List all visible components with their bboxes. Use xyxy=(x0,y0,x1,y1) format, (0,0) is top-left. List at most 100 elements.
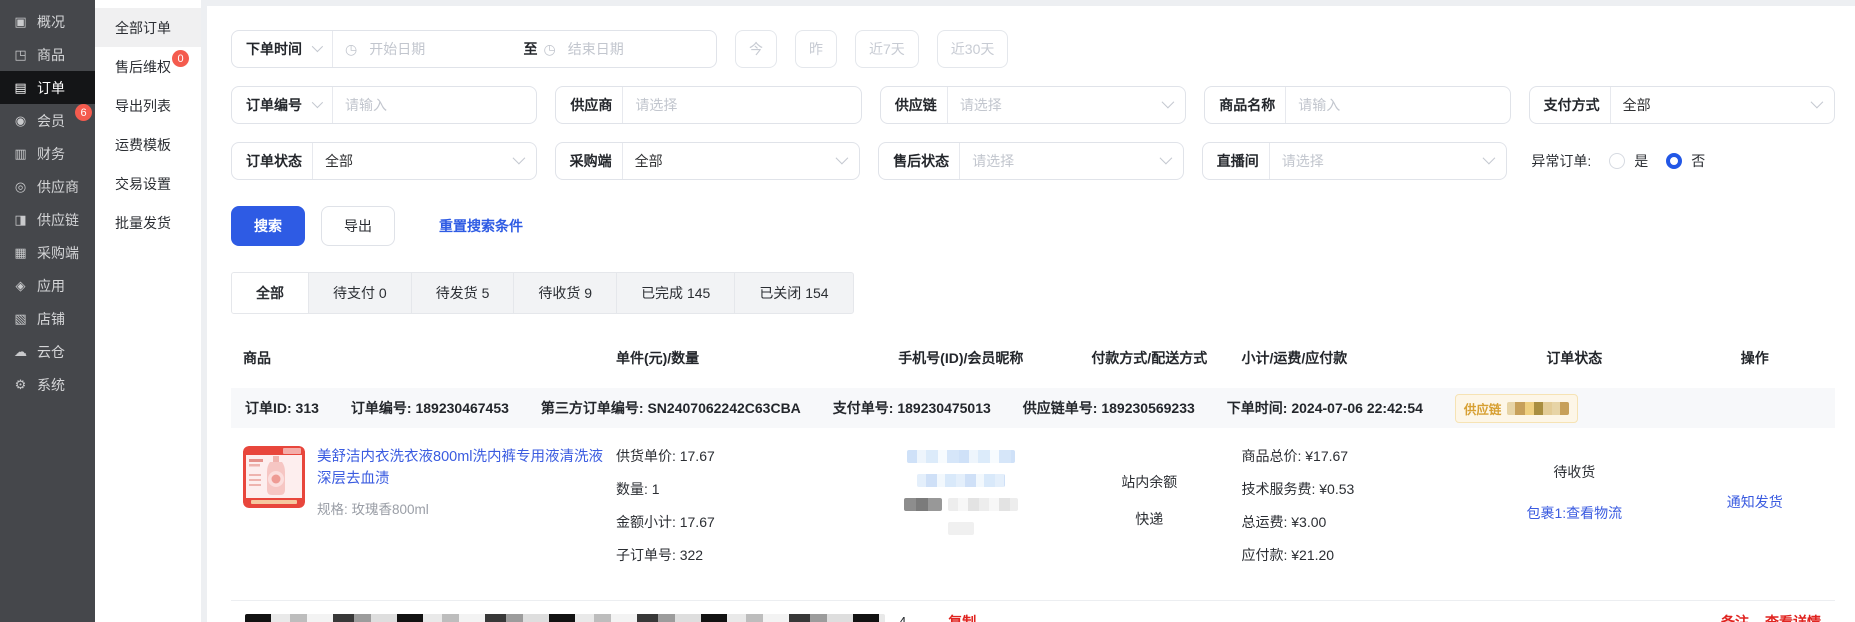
header-actions: 操作 xyxy=(1675,348,1835,368)
members-count-badge: 6 xyxy=(75,104,92,121)
sidebar-item-orders[interactable]: ▤订单 xyxy=(0,71,95,104)
submenu-item-export-list[interactable]: 导出列表 xyxy=(95,86,201,125)
sidebar-item-overview[interactable]: ▣概况 xyxy=(0,5,95,38)
sidebar-item-finance[interactable]: ▥财务 xyxy=(0,137,95,170)
end-date-input[interactable] xyxy=(556,41,716,57)
supplier-select[interactable]: 请选择 xyxy=(623,95,860,115)
start-date-input[interactable] xyxy=(357,41,517,57)
after-sale-status-select[interactable]: 请选择 xyxy=(960,151,1156,171)
sidebar-item-label: 供应链 xyxy=(37,210,79,230)
address-suffix: 4 xyxy=(899,614,906,622)
tab-pending-receipt[interactable]: 待收货 9 xyxy=(514,273,617,313)
purchase-end-filter[interactable]: 采购端 全部 xyxy=(555,142,861,180)
package-logistics-link[interactable]: 包裹1:查看物流 xyxy=(1526,502,1622,524)
search-button[interactable]: 搜索 xyxy=(231,206,305,246)
header-member: 手机号(ID)/会员昵称 xyxy=(865,348,1057,368)
quick-yesterday-button[interactable]: 昨 xyxy=(795,30,837,68)
product-name-filter-label: 商品名称 xyxy=(1205,95,1285,115)
goods-total: 商品总价: ¥17.67 xyxy=(1241,446,1474,466)
sidebar-item-purchase[interactable]: ▦采购端 xyxy=(0,236,95,269)
supply-unit-price: 供货单价: 17.67 xyxy=(616,446,865,466)
product-name-filter[interactable]: 商品名称 xyxy=(1204,86,1510,124)
submenu-item-label: 全部订单 xyxy=(115,18,171,38)
copy-link[interactable]: 复制 xyxy=(948,612,976,622)
product-name-input[interactable] xyxy=(1286,97,1509,113)
amount-subtotal: 金额小计: 17.67 xyxy=(616,512,865,532)
sidebar-item-cloud-warehouse[interactable]: ☁云仓 xyxy=(0,335,95,368)
notify-ship-link[interactable]: 通知发货 xyxy=(1727,492,1783,578)
purchase-end-select[interactable]: 全部 xyxy=(623,151,833,171)
supplier-filter[interactable]: 供应商 请选择 xyxy=(555,86,861,124)
submenu-item-trade-settings[interactable]: 交易设置 xyxy=(95,164,201,203)
sidebar-item-label: 供应商 xyxy=(37,177,79,197)
tab-closed[interactable]: 已关闭 154 xyxy=(735,273,852,313)
submenu-item-batch-ship[interactable]: 批量发货 xyxy=(95,203,201,242)
product-title-link[interactable]: 美舒洁内衣洗衣液800ml洗内裤专用液清洗液深层去血渍 xyxy=(317,446,616,491)
live-room-select[interactable]: 请选择 xyxy=(1270,151,1480,171)
payment-method-filter[interactable]: 支付方式 全部 xyxy=(1529,86,1835,124)
chevron-down-icon xyxy=(1811,95,1824,108)
reset-filters-link[interactable]: 重置搜索条件 xyxy=(439,216,523,236)
order-footer: 4 复制 备注 查看详情 xyxy=(231,600,1835,622)
tab-all[interactable]: 全部 xyxy=(232,273,309,313)
sidebar-item-label: 财务 xyxy=(37,144,65,164)
sidebar-item-apps[interactable]: ◈应用 xyxy=(0,269,95,302)
submenu-item-all-orders[interactable]: 全部订单 xyxy=(95,8,201,47)
export-button[interactable]: 导出 xyxy=(321,206,395,246)
radio-circle-icon xyxy=(1609,153,1625,169)
date-range-filter[interactable]: 下单时间 ◷ 至 ◷ xyxy=(231,30,717,68)
sidebar-item-label: 云仓 xyxy=(37,342,65,362)
sidebar-item-members[interactable]: ◉会员6 xyxy=(0,104,95,137)
main-sidebar: ▣概况 ◳商品 ▤订单 ◉会员6 ▥财务 ◎供应商 ◨供应链 ▦采购端 ◈应用 … xyxy=(0,0,95,622)
unit-qty-cell: 供货单价: 17.67 数量: 1 金额小计: 17.67 子订单号: 322 xyxy=(616,446,865,578)
after-sale-status-filter[interactable]: 售后状态 请选择 xyxy=(878,142,1184,180)
quick-today-button[interactable]: 今 xyxy=(735,30,777,68)
radio-selected-icon xyxy=(1666,153,1682,169)
sidebar-item-shop[interactable]: ▧店铺 xyxy=(0,302,95,335)
view-detail-link[interactable]: 查看详情 xyxy=(1765,612,1821,622)
order-status-tabs: 全部 待支付 0 待发货 5 待收货 9 已完成 145 已关闭 154 xyxy=(231,272,854,314)
tab-pending-payment[interactable]: 待支付 0 xyxy=(309,273,412,313)
order-no-input[interactable] xyxy=(333,97,536,113)
purchase-cart-icon: ▦ xyxy=(13,245,28,261)
payment-number: 支付单号: 189230475013 xyxy=(833,398,991,418)
status-cell: 待收货 包裹1:查看物流 xyxy=(1474,446,1675,578)
submenu-item-shipping-template[interactable]: 运费模板 xyxy=(95,125,201,164)
supply-chain-filter[interactable]: 供应链 请选择 xyxy=(880,86,1186,124)
supplier-filter-label: 供应商 xyxy=(556,95,622,115)
sidebar-item-system[interactable]: ⚙系统 xyxy=(0,368,95,401)
shop-icon: ▧ xyxy=(13,311,28,327)
payment-delivery-cell: 站内余额 快递 xyxy=(1057,446,1241,578)
quick-30days-button[interactable]: 近30天 xyxy=(937,30,1009,68)
remark-link[interactable]: 备注 xyxy=(1721,612,1749,622)
order-no-type-select[interactable]: 订单编号 xyxy=(232,95,332,115)
sidebar-item-supply-chain[interactable]: ◨供应链 xyxy=(0,203,95,236)
live-room-filter[interactable]: 直播间 请选择 xyxy=(1202,142,1508,180)
supply-chain-number: 供应链单号: 189230569233 xyxy=(1023,398,1195,418)
quick-7days-button[interactable]: 近7天 xyxy=(855,30,919,68)
abnormal-no-radio[interactable]: 否 xyxy=(1666,151,1705,171)
supply-chain-select[interactable]: 请选择 xyxy=(948,95,1158,115)
sidebar-item-label: 会员 xyxy=(37,111,65,131)
date-type-select[interactable]: 下单时间 xyxy=(232,39,332,59)
censored-chain-name xyxy=(1507,402,1569,415)
sidebar-item-goods[interactable]: ◳商品 xyxy=(0,38,95,71)
product-thumbnail[interactable] xyxy=(243,446,305,508)
order-no-filter[interactable]: 订单编号 xyxy=(231,86,537,124)
order-status-filter[interactable]: 订单状态 全部 xyxy=(231,142,537,180)
chevron-down-icon xyxy=(512,151,525,164)
product-cell: 美舒洁内衣洗衣液800ml洗内裤专用液清洗液深层去血渍 规格: 玫瑰香800ml xyxy=(231,446,616,578)
delivery-method: 快递 xyxy=(1135,509,1163,529)
chevron-down-icon xyxy=(312,40,323,51)
date-to-label: 至 xyxy=(518,39,544,59)
abnormal-yes-radio[interactable]: 是 xyxy=(1609,151,1648,171)
tab-pending-shipment[interactable]: 待发货 5 xyxy=(412,273,515,313)
censored-address xyxy=(245,614,885,622)
tab-completed[interactable]: 已完成 145 xyxy=(617,273,735,313)
product-image xyxy=(243,446,305,508)
sidebar-item-supplier[interactable]: ◎供应商 xyxy=(0,170,95,203)
submenu-item-after-sales[interactable]: 售后维权0 xyxy=(95,47,201,86)
order-status-select[interactable]: 全部 xyxy=(313,151,509,171)
payment-method-select[interactable]: 全部 xyxy=(1611,95,1807,115)
submenu-item-label: 售后维权 xyxy=(115,57,171,77)
